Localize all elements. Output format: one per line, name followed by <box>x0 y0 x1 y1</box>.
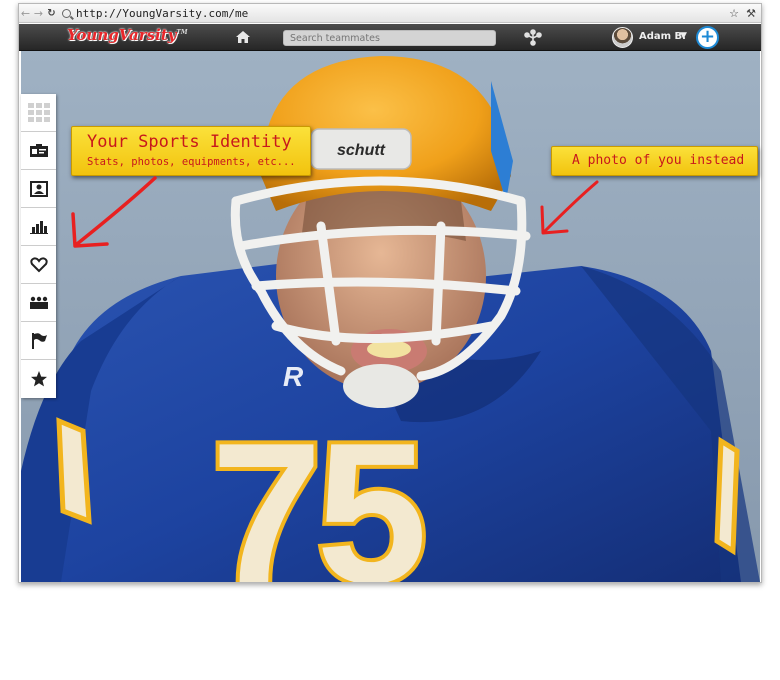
jersey-number: 75 <box>211 402 422 582</box>
forward-icon[interactable]: → <box>32 7 45 20</box>
arrow-pointer <box>71 176 157 248</box>
id-card-icon <box>29 143 48 157</box>
logo-trademark: TM <box>176 29 188 36</box>
callout-title: Your Sports Identity <box>87 132 292 152</box>
star-icon[interactable]: ☆ <box>727 7 741 20</box>
bar-chart-icon <box>29 220 48 234</box>
avatar[interactable] <box>612 27 633 48</box>
profile-card-icon <box>29 180 48 197</box>
flag-icon <box>31 332 47 349</box>
browser-window: ← → ↻ http://YoungVarsity.com/me ☆ ⚒ You… <box>18 3 762 583</box>
search-input[interactable] <box>283 30 496 46</box>
plus-circle-icon[interactable]: + <box>696 26 719 49</box>
url-field[interactable]: http://YoungVarsity.com/me <box>62 6 727 21</box>
url-text[interactable]: http://YoungVarsity.com/me <box>76 7 248 20</box>
arrow-pointer <box>540 180 599 235</box>
caret-down-icon[interactable]: ▼ <box>680 31 687 41</box>
helmet-brand: schutt <box>337 142 386 159</box>
top-navigation: YoungVarsityTM Adam B. ▼ + <box>19 24 761 51</box>
sidebar-item-favorites[interactable] <box>21 246 56 284</box>
sidebar-item-flag[interactable] <box>21 322 56 360</box>
sidebar-item-id-card[interactable] <box>21 132 56 170</box>
logo[interactable]: YoungVarsityTM <box>67 26 188 44</box>
sidebar-item-starred[interactable] <box>21 360 56 398</box>
sidebar-item-stats[interactable] <box>21 208 56 246</box>
sidebar <box>21 94 56 398</box>
heart-icon <box>29 256 48 272</box>
jersey-brand: R <box>283 361 304 392</box>
address-bar: ← → ↻ http://YoungVarsity.com/me ☆ ⚒ <box>19 4 761 23</box>
sidebar-item-profile[interactable] <box>21 170 56 208</box>
callout-sports-identity: Your Sports Identity Stats, photos, equi… <box>71 126 311 176</box>
sidebar-item-apps[interactable] <box>21 94 56 132</box>
callout-subtitle: Stats, photos, equipments, etc... <box>87 156 296 168</box>
team-icon <box>29 296 48 309</box>
star-icon <box>30 371 47 387</box>
wrench-icon[interactable]: ⚒ <box>744 7 758 20</box>
home-icon[interactable] <box>235 30 251 44</box>
network-nodes-icon[interactable] <box>524 29 542 46</box>
logo-text: YoungVarsity <box>67 26 177 44</box>
callout-photo-note: A photo of you instead <box>551 146 758 176</box>
callout-photo-text: A photo of you instead <box>572 153 745 168</box>
grid-icon <box>27 102 50 122</box>
search-icon <box>62 8 71 18</box>
sidebar-item-team[interactable] <box>21 284 56 322</box>
reload-icon[interactable]: ↻ <box>45 8 58 19</box>
back-icon[interactable]: ← <box>19 7 32 20</box>
user-name[interactable]: Adam B. <box>639 31 686 42</box>
